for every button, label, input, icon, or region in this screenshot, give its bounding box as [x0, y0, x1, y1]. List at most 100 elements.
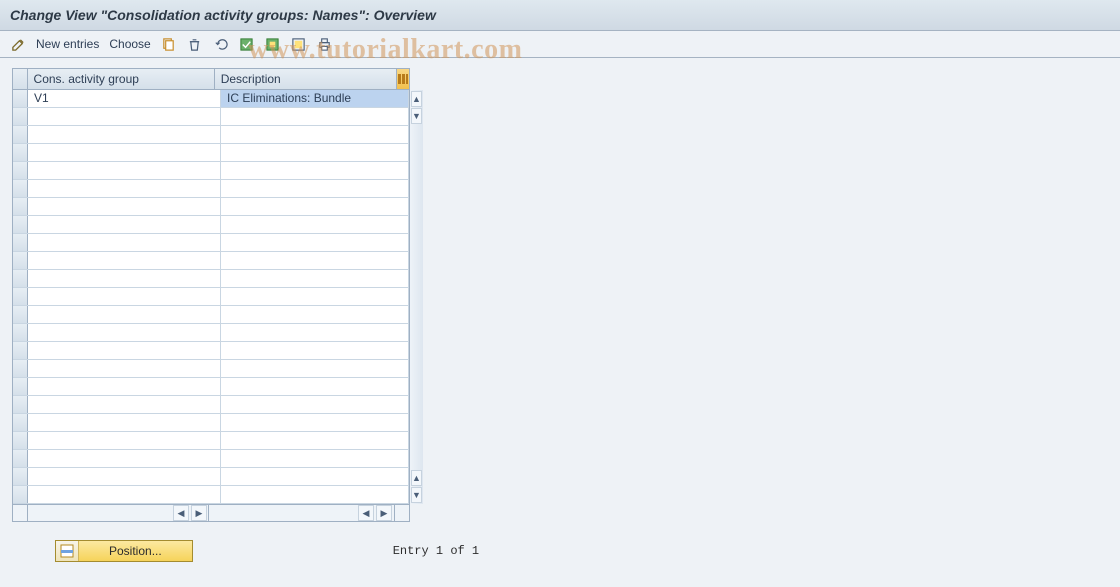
- table-row[interactable]: [13, 342, 409, 360]
- select-all-icon[interactable]: [239, 36, 255, 52]
- cell-activity-group[interactable]: [28, 324, 221, 341]
- cell-description[interactable]: [221, 486, 409, 503]
- scroll-down-icon[interactable]: ▼: [411, 108, 422, 124]
- cell-description[interactable]: [221, 288, 409, 305]
- cell-activity-group[interactable]: [28, 342, 221, 359]
- row-selector[interactable]: [13, 468, 28, 485]
- cell-description[interactable]: [221, 126, 409, 143]
- cell-activity-group[interactable]: [28, 180, 221, 197]
- cell-description[interactable]: [221, 342, 409, 359]
- scroll-up-icon[interactable]: ▲: [411, 91, 422, 107]
- cell-activity-group[interactable]: [28, 270, 221, 287]
- change-icon[interactable]: [10, 36, 26, 52]
- cell-activity-group[interactable]: [28, 144, 221, 161]
- cell-description[interactable]: [221, 234, 409, 251]
- row-selector[interactable]: [13, 180, 28, 197]
- table-row[interactable]: [13, 450, 409, 468]
- cell-activity-group[interactable]: [28, 162, 221, 179]
- column-header-activity-group[interactable]: Cons. activity group: [28, 69, 215, 89]
- table-row[interactable]: [13, 198, 409, 216]
- cell-activity-group[interactable]: [28, 234, 221, 251]
- cell-activity-group[interactable]: [28, 306, 221, 323]
- scroll-left-icon[interactable]: ◀: [173, 505, 189, 521]
- horizontal-scrollbar[interactable]: ◀ ▶ ◀ ▶: [13, 504, 409, 521]
- row-selector[interactable]: [13, 288, 28, 305]
- table-row[interactable]: [13, 306, 409, 324]
- scroll-right2-icon[interactable]: ▶: [376, 505, 392, 521]
- cell-activity-group[interactable]: [28, 396, 221, 413]
- row-selector[interactable]: [13, 432, 28, 449]
- scroll-right-icon[interactable]: ▶: [191, 505, 207, 521]
- column-header-description[interactable]: Description: [215, 69, 397, 89]
- table-row[interactable]: [13, 432, 409, 450]
- choose-button[interactable]: Choose: [109, 37, 150, 51]
- cell-description[interactable]: [221, 306, 409, 323]
- table-row[interactable]: [13, 126, 409, 144]
- table-row[interactable]: [13, 162, 409, 180]
- row-selector[interactable]: [13, 486, 28, 503]
- table-row[interactable]: [13, 180, 409, 198]
- row-selector[interactable]: [13, 162, 28, 179]
- row-selector[interactable]: [13, 234, 28, 251]
- table-row[interactable]: [13, 396, 409, 414]
- cell-activity-group[interactable]: [28, 432, 221, 449]
- cell-activity-group[interactable]: [28, 486, 221, 503]
- cell-description[interactable]: [221, 252, 409, 269]
- vertical-scrollbar[interactable]: ▲ ▼ ▲ ▼: [409, 90, 423, 504]
- row-selector[interactable]: [13, 216, 28, 233]
- cell-activity-group[interactable]: [28, 414, 221, 431]
- cell-activity-group[interactable]: [28, 468, 221, 485]
- scroll-up2-icon[interactable]: ▲: [411, 470, 422, 486]
- table-row[interactable]: [13, 486, 409, 504]
- table-row[interactable]: [13, 288, 409, 306]
- new-entries-button[interactable]: New entries: [36, 37, 99, 51]
- configure-columns-icon[interactable]: [397, 69, 409, 89]
- cell-activity-group[interactable]: [28, 252, 221, 269]
- row-selector[interactable]: [13, 360, 28, 377]
- cell-description[interactable]: [221, 162, 409, 179]
- table-row[interactable]: [13, 324, 409, 342]
- select-block-icon[interactable]: [265, 36, 281, 52]
- row-selector[interactable]: [13, 108, 28, 125]
- row-selector[interactable]: [13, 306, 28, 323]
- cell-activity-group[interactable]: [28, 108, 221, 125]
- scroll-left2-icon[interactable]: ◀: [358, 505, 374, 521]
- column-header-selector[interactable]: [13, 69, 28, 89]
- cell-description[interactable]: [221, 270, 409, 287]
- cell-description[interactable]: [221, 216, 409, 233]
- cell-activity-group[interactable]: [28, 288, 221, 305]
- print-icon[interactable]: [317, 36, 333, 52]
- row-selector[interactable]: [13, 378, 28, 395]
- cell-activity-group[interactable]: [28, 126, 221, 143]
- cell-activity-group[interactable]: [28, 378, 221, 395]
- cell-description[interactable]: [221, 378, 409, 395]
- row-selector[interactable]: [13, 450, 28, 467]
- row-selector[interactable]: [13, 90, 28, 107]
- table-row[interactable]: [13, 378, 409, 396]
- table-row[interactable]: V1IC Eliminations: Bundle: [13, 90, 409, 108]
- row-selector[interactable]: [13, 270, 28, 287]
- cell-description[interactable]: [221, 360, 409, 377]
- cell-description[interactable]: [221, 396, 409, 413]
- cell-activity-group[interactable]: V1: [28, 90, 221, 107]
- row-selector[interactable]: [13, 126, 28, 143]
- row-selector[interactable]: [13, 396, 28, 413]
- cell-description[interactable]: [221, 432, 409, 449]
- cell-description[interactable]: [221, 414, 409, 431]
- cell-activity-group[interactable]: [28, 450, 221, 467]
- cell-description[interactable]: IC Eliminations: Bundle: [221, 90, 409, 107]
- row-selector[interactable]: [13, 414, 28, 431]
- table-row[interactable]: [13, 468, 409, 486]
- row-selector[interactable]: [13, 252, 28, 269]
- cell-activity-group[interactable]: [28, 360, 221, 377]
- cell-description[interactable]: [221, 468, 409, 485]
- cell-description[interactable]: [221, 180, 409, 197]
- cell-description[interactable]: [221, 144, 409, 161]
- position-button[interactable]: Position...: [55, 540, 193, 562]
- table-row[interactable]: [13, 144, 409, 162]
- cell-description[interactable]: [221, 198, 409, 215]
- table-row[interactable]: [13, 270, 409, 288]
- cell-description[interactable]: [221, 324, 409, 341]
- copy-icon[interactable]: [161, 36, 177, 52]
- cell-description[interactable]: [221, 450, 409, 467]
